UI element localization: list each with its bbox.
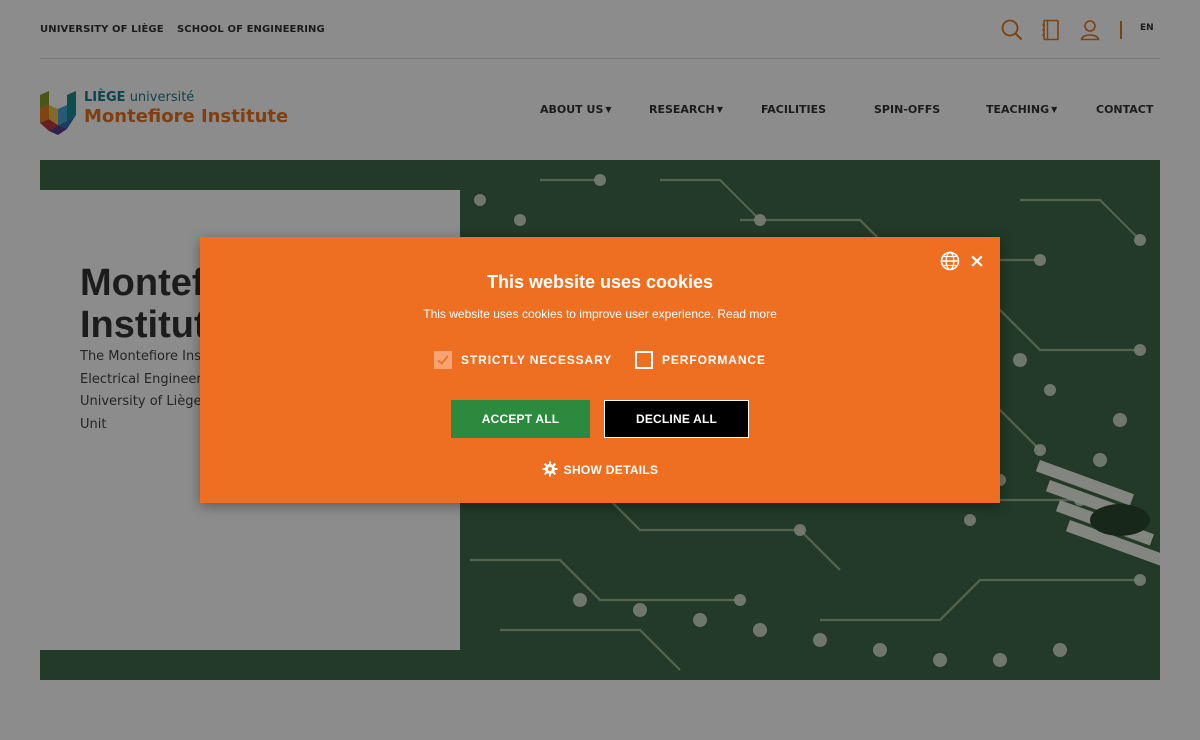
option-performance[interactable]: PERFORMANCE — [635, 351, 775, 369]
accept-all-button[interactable]: ACCEPT ALL — [451, 400, 590, 438]
checkbox-performance[interactable] — [635, 351, 653, 369]
show-details-button[interactable]: SHOW DETAILS — [200, 461, 1000, 477]
option-strictly-necessary-label: STRICTLY NECESSARY — [461, 353, 613, 367]
decline-all-button[interactable]: DECLINE ALL — [604, 400, 749, 438]
cookie-title: This website uses cookies — [486, 272, 714, 292]
option-strictly-necessary[interactable]: STRICTLY NECESSARY — [434, 351, 624, 369]
cookie-description-text: This website uses cookies to improve use… — [423, 307, 715, 321]
close-icon[interactable]: × — [968, 251, 986, 271]
gear-icon — [542, 461, 558, 477]
checkbox-strictly-necessary[interactable] — [434, 351, 452, 369]
read-more-link[interactable]: Read more — [717, 307, 776, 321]
cookie-consent-dialog: × This website uses cookies This website… — [200, 237, 1000, 503]
show-details-label: SHOW DETAILS — [563, 463, 659, 477]
globe-icon[interactable] — [940, 251, 960, 271]
cookie-description: This website uses cookies to improve use… — [200, 307, 1000, 321]
option-performance-label: PERFORMANCE — [662, 353, 766, 367]
